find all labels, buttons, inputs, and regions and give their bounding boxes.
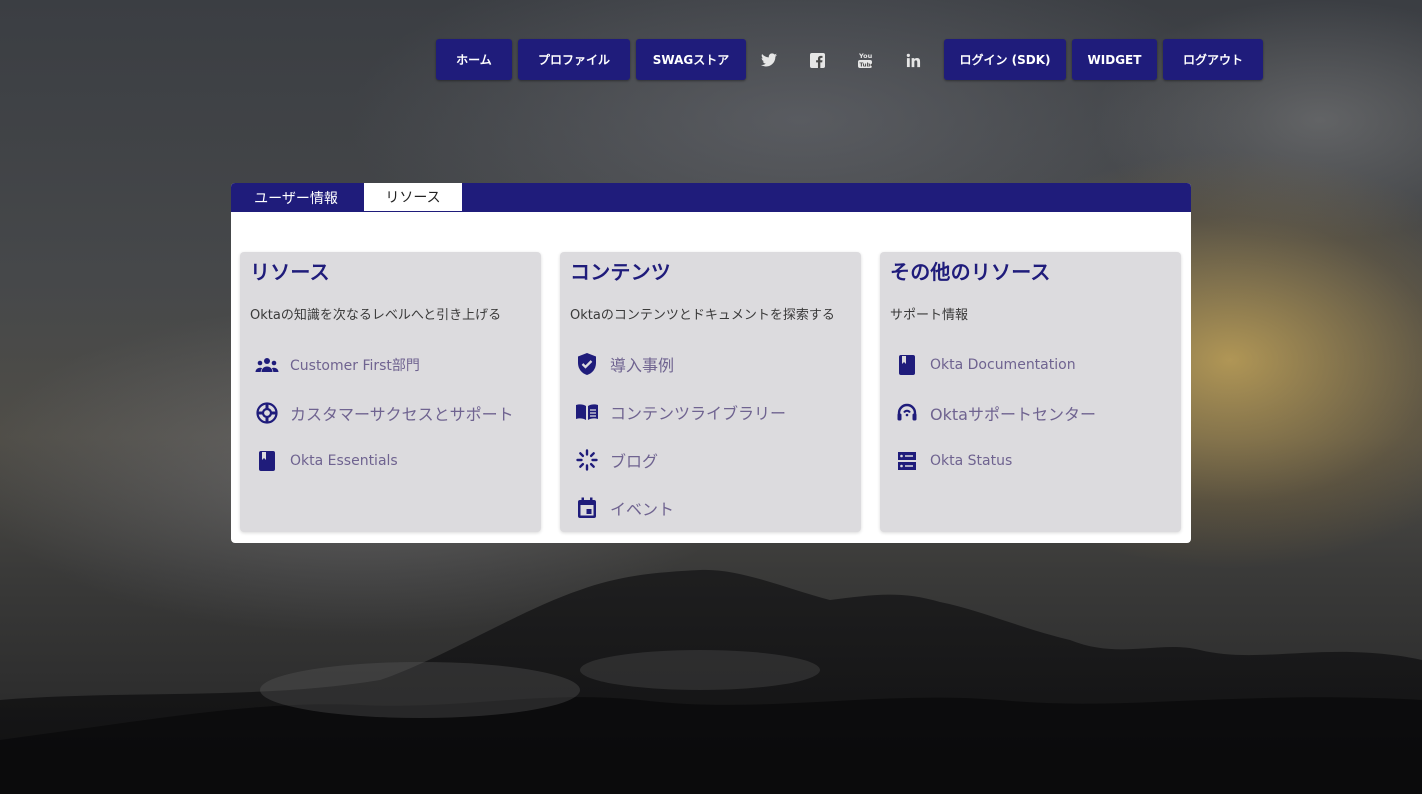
link-okta-essentials[interactable]: Okta Essentials (254, 447, 398, 475)
server-icon (894, 448, 920, 474)
link-okta-status[interactable]: Okta Status (894, 447, 1012, 475)
link-okta-documentation[interactable]: Okta Documentation (894, 351, 1076, 379)
tab-resources[interactable]: リソース (363, 183, 463, 212)
people-icon (254, 352, 280, 378)
book-icon (254, 448, 280, 474)
svg-text:You: You (858, 52, 873, 60)
swag-store-button[interactable]: SWAGストア (636, 39, 746, 80)
link-content-library[interactable]: コンテンツライブラリー (574, 398, 786, 426)
link-blog[interactable]: ブログ (574, 446, 658, 474)
card-title: コンテンツ (570, 260, 671, 284)
open-book-icon (574, 399, 600, 425)
link-label: コンテンツライブラリー (610, 404, 787, 423)
tab-user-info[interactable]: ユーザー情報 (241, 183, 351, 212)
linkedin-icon[interactable] (903, 50, 923, 70)
resources-panel: ユーザー情報 リソース リソース Oktaの知識を次なるレベルへと引き上げる C… (231, 183, 1191, 543)
svg-text:Tube: Tube (860, 63, 874, 69)
link-customer-first[interactable]: Customer First部門 (254, 351, 420, 379)
link-label: Customer First部門 (290, 358, 420, 374)
sparkle-icon (574, 447, 600, 473)
link-label: Okta Documentation (930, 357, 1076, 373)
lifebuoy-icon (254, 400, 280, 426)
resources-card: リソース Oktaの知識を次なるレベルへと引き上げる Customer Firs… (240, 252, 541, 532)
link-support-center[interactable]: Oktaサポートセンター (894, 399, 1096, 427)
link-label: 導入事例 (610, 356, 675, 375)
link-label: ブログ (610, 452, 659, 471)
card-subtitle: Oktaのコンテンツとドキュメントを探索する (570, 308, 835, 323)
tab-bar: ユーザー情報 リソース (231, 183, 1191, 212)
headset-icon (894, 400, 920, 426)
link-label: Okta Status (930, 453, 1013, 469)
card-title: リソース (250, 260, 330, 284)
other-resources-card: その他のリソース サポート情報 Okta Documentation Oktaサ… (880, 252, 1181, 532)
calendar-icon (574, 495, 600, 521)
twitter-icon[interactable] (759, 50, 779, 70)
link-events[interactable]: イベント (574, 494, 674, 522)
shield-check-icon (574, 351, 600, 377)
home-button[interactable]: ホーム (436, 39, 512, 80)
link-label: Oktaサポートセンター (930, 405, 1096, 424)
card-subtitle: サポート情報 (890, 308, 969, 323)
link-customer-success[interactable]: カスタマーサクセスとサポート (254, 399, 514, 427)
youtube-icon[interactable]: You Tube (855, 50, 875, 70)
link-label: Okta Essentials (290, 453, 398, 469)
card-title: その他のリソース (890, 260, 1051, 284)
card-subtitle: Oktaの知識を次なるレベルへと引き上げる (250, 308, 502, 323)
link-label: カスタマーサクセスとサポート (290, 405, 514, 424)
logout-button[interactable]: ログアウト (1163, 39, 1263, 80)
link-case-studies[interactable]: 導入事例 (574, 350, 674, 378)
book-icon (894, 352, 920, 378)
content-card: コンテンツ Oktaのコンテンツとドキュメントを探索する 導入事例 コンテンツラ… (560, 252, 861, 532)
link-label: イベント (610, 500, 675, 519)
facebook-icon[interactable] (807, 50, 827, 70)
profile-button[interactable]: プロファイル (518, 39, 630, 80)
login-sdk-button[interactable]: ログイン (SDK) (944, 39, 1066, 80)
widget-button[interactable]: WIDGET (1072, 39, 1157, 80)
